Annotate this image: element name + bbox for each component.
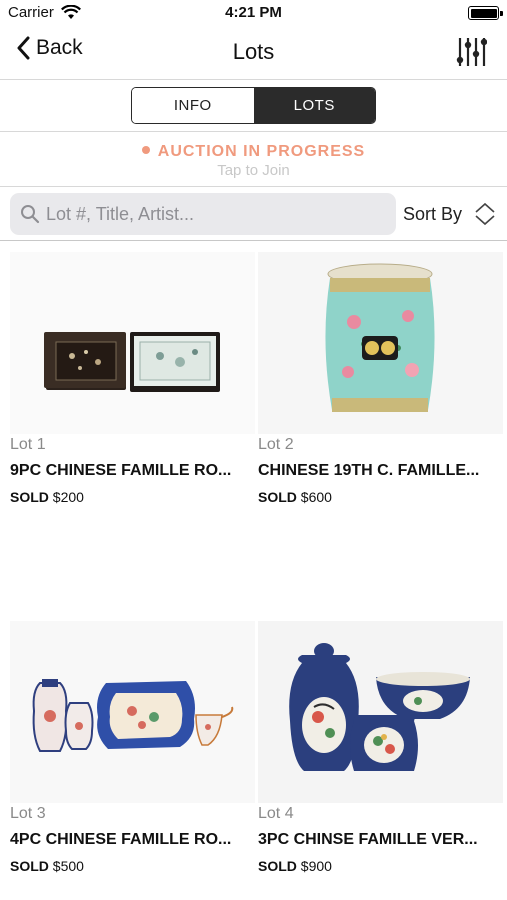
- lot-price-value: $500: [52, 858, 84, 874]
- lot-status: SOLD: [258, 858, 297, 874]
- navigation-bar: Back Lots: [0, 26, 507, 80]
- search-icon: [21, 205, 40, 224]
- blue-porcelain-image: [258, 621, 503, 803]
- lot-price: SOLD $200: [10, 489, 84, 505]
- search-input[interactable]: [46, 203, 386, 225]
- lot-status: SOLD: [258, 489, 297, 505]
- sort-by-label: Sort By: [403, 203, 463, 224]
- battery-icon: [468, 6, 503, 20]
- lot-image: [10, 252, 255, 434]
- lot-title: 3PC CHINSE FAMILLE VER...: [258, 831, 478, 848]
- lot-title: CHINESE 19TH C. FAMILLE...: [258, 462, 480, 479]
- lot-price-value: $600: [300, 489, 332, 505]
- status-bar: Carrier 4:21 PM: [0, 0, 507, 26]
- lot-image: [258, 621, 503, 803]
- sort-by-button[interactable]: Sort By: [403, 196, 496, 232]
- lot-number: Lot 2: [258, 436, 294, 453]
- tap-to-join-label: Tap to Join: [217, 162, 290, 179]
- lot-number: Lot 1: [10, 436, 46, 453]
- sliders-icon: [456, 38, 488, 66]
- lot-image: [258, 252, 503, 434]
- divider: [0, 240, 507, 241]
- divider: [0, 186, 507, 187]
- lot-card[interactable]: Lot 1 9PC CHINESE FAMILLE RO... SOLD $20…: [10, 252, 255, 512]
- lot-price-value: $200: [52, 489, 84, 505]
- garden-seat-image: [258, 252, 503, 434]
- sort-chevrons-icon: [475, 202, 495, 226]
- search-bar: [10, 193, 396, 235]
- back-button[interactable]: Back: [16, 36, 83, 60]
- filter-button[interactable]: [455, 36, 488, 73]
- lot-price: SOLD $500: [10, 858, 84, 874]
- tab-info[interactable]: INFO: [132, 88, 254, 123]
- clock: 4:21 PM: [225, 4, 282, 21]
- lot-card[interactable]: Lot 4 3PC CHINSE FAMILLE VER... SOLD $90…: [258, 621, 503, 883]
- back-label: Back: [36, 36, 83, 59]
- auction-status: AUCTION IN PROGRESS: [0, 143, 507, 161]
- lot-title: 9PC CHINESE FAMILLE RO...: [10, 462, 232, 479]
- lot-card[interactable]: Lot 3 4PC CHINESE FAMILLE RO... SOLD $50…: [10, 621, 255, 883]
- lacquer-boxes-image: [10, 252, 255, 434]
- lot-card[interactable]: Lot 2 CHINESE 19TH C. FAMILLE... SOLD $6…: [258, 252, 503, 512]
- info-lots-segmented-control: INFO LOTS: [131, 87, 376, 124]
- lot-number: Lot 3: [10, 805, 46, 822]
- lot-title: 4PC CHINESE FAMILLE RO...: [10, 831, 232, 848]
- lot-price-value: $900: [300, 858, 332, 874]
- chevron-left-icon: [17, 36, 30, 60]
- lot-status: SOLD: [10, 489, 49, 505]
- lot-status: SOLD: [10, 858, 49, 874]
- porcelain-set-image: [10, 621, 255, 803]
- lot-price: SOLD $600: [258, 489, 332, 505]
- lot-number: Lot 4: [258, 805, 294, 822]
- tab-lots[interactable]: LOTS: [253, 88, 375, 123]
- live-dot-icon: [141, 146, 150, 154]
- auction-status-label: AUCTION IN PROGRESS: [157, 143, 366, 160]
- auction-in-progress-banner[interactable]: AUCTION IN PROGRESS Tap to Join: [0, 132, 507, 186]
- lot-price: SOLD $900: [258, 858, 332, 874]
- lot-image: [10, 621, 255, 803]
